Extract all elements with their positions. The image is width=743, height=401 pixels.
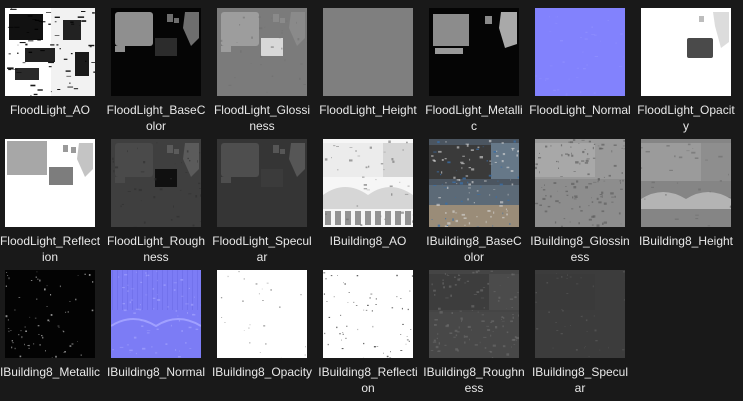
- file-tile[interactable]: FloodLight_Normal: [529, 8, 639, 136]
- file-name-label: FloodLight_Metallic: [425, 103, 523, 133]
- file-tile[interactable]: IBuilding8_Normal: [107, 270, 215, 398]
- texture-thumbnail[interactable]: [323, 270, 413, 358]
- file-name-label: FloodLight_Normal: [529, 103, 631, 117]
- file-tile[interactable]: IBuilding8_Opacity: [212, 270, 321, 398]
- file-tile[interactable]: FloodLight_Specular: [212, 139, 321, 267]
- texture-thumbnail[interactable]: [535, 270, 625, 358]
- texture-thumbnail[interactable]: [323, 8, 413, 96]
- file-tile[interactable]: FloodLight_BaseColor: [107, 8, 215, 136]
- file-tile[interactable]: FloodLight_Metallic: [425, 8, 533, 136]
- file-name-label: IBuilding8_Specular: [531, 365, 629, 395]
- file-tile[interactable]: FloodLight_Height: [319, 8, 427, 136]
- texture-thumbnail[interactable]: [111, 270, 201, 358]
- texture-thumbnail[interactable]: [535, 139, 625, 227]
- file-tile[interactable]: IBuilding8_Specular: [532, 270, 639, 398]
- texture-thumbnail[interactable]: [429, 270, 519, 358]
- texture-thumbnail[interactable]: [217, 139, 307, 227]
- file-tile[interactable]: IBuilding8_AO: [321, 139, 427, 267]
- file-name-label: IBuilding8_Metallic: [0, 365, 101, 379]
- file-name-label: IBuilding8_BaseColor: [426, 234, 522, 264]
- file-tile[interactable]: IBuilding8_Glossiness: [530, 139, 639, 267]
- file-name-label: FloodLight_Opacity: [637, 103, 735, 133]
- file-name-label: IBuilding8_Height: [638, 234, 734, 248]
- file-tile[interactable]: FloodLight_AO: [3, 8, 109, 136]
- texture-thumbnail[interactable]: [217, 270, 307, 358]
- file-tile[interactable]: FloodLight_Opacity: [637, 8, 743, 136]
- texture-thumbnail[interactable]: [5, 139, 95, 227]
- file-tile[interactable]: FloodLight_Roughness: [107, 139, 215, 267]
- file-tile[interactable]: FloodLight_Glossiness: [214, 8, 321, 136]
- file-tile[interactable]: IBuilding8_Roughness: [423, 270, 533, 398]
- file-name-label: IBuilding8_Normal: [106, 365, 206, 379]
- file-name-label: FloodLight_Reflection: [0, 234, 101, 264]
- file-name-label: FloodLight_Specular: [212, 234, 312, 264]
- file-name-label: IBuilding8_Opacity: [211, 365, 313, 379]
- file-name-label: FloodLight_Height: [319, 103, 417, 117]
- texture-thumbnail[interactable]: [429, 139, 519, 227]
- file-tile[interactable]: IBuilding8_BaseColor: [426, 139, 533, 267]
- texture-thumbnail[interactable]: [535, 8, 625, 96]
- texture-thumbnail[interactable]: [323, 139, 413, 227]
- file-name-label: FloodLight_BaseColor: [106, 103, 206, 133]
- texture-thumbnail[interactable]: [5, 270, 95, 358]
- file-tile[interactable]: IBuilding8_Height: [639, 139, 743, 267]
- file-tile[interactable]: FloodLight_Reflection: [0, 139, 109, 267]
- texture-thumbnail[interactable]: [111, 8, 201, 96]
- file-name-label: IBuilding8_AO: [329, 234, 407, 248]
- file-tile[interactable]: IBuilding8_Reflection: [318, 270, 427, 398]
- texture-thumbnail[interactable]: [641, 8, 731, 96]
- file-name-label: FloodLight_AO: [9, 103, 91, 117]
- file-name-label: IBuilding8_Glossiness: [530, 234, 630, 264]
- file-name-label: IBuilding8_Roughness: [423, 365, 525, 395]
- file-name-label: FloodLight_Glossiness: [213, 103, 311, 133]
- file-name-label: FloodLight_Roughness: [106, 234, 206, 264]
- texture-thumbnail[interactable]: [5, 8, 95, 96]
- file-tile[interactable]: IBuilding8_Metallic: [0, 270, 109, 398]
- texture-thumbnail[interactable]: [641, 139, 731, 227]
- file-name-label: IBuilding8_Reflection: [318, 365, 418, 395]
- texture-thumbnail[interactable]: [429, 8, 519, 96]
- texture-thumbnail[interactable]: [111, 139, 201, 227]
- texture-thumbnail[interactable]: [217, 8, 307, 96]
